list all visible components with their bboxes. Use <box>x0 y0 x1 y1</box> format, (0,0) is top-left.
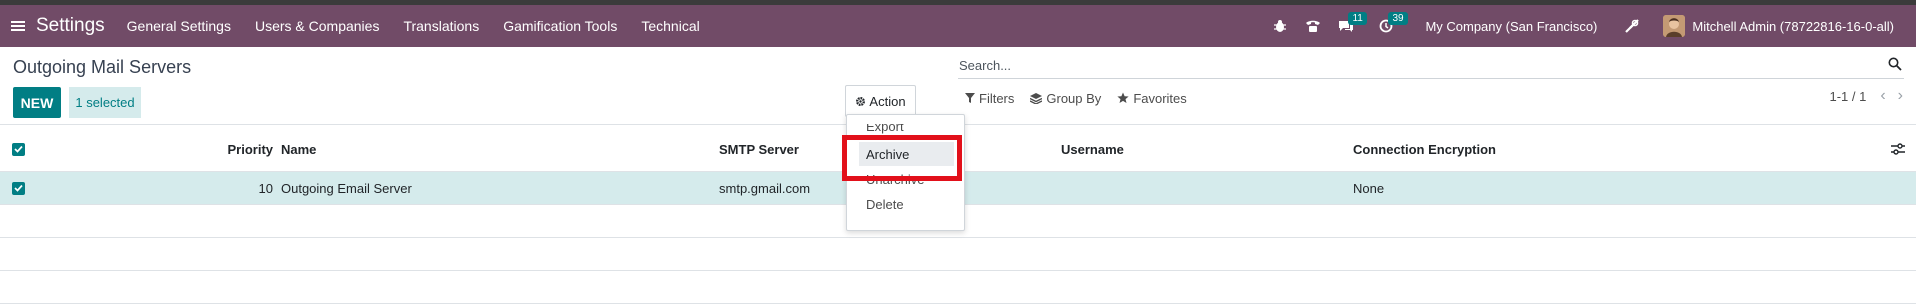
empty-row <box>0 238 1916 271</box>
pager: 1-1 / 1 ‹ › <box>1829 87 1903 105</box>
selected-count-badge[interactable]: 1 selected <box>69 87 141 118</box>
check-icon <box>14 184 23 192</box>
gear-icon <box>856 96 866 106</box>
menu-item-delete[interactable]: Delete <box>866 197 904 212</box>
pager-next-icon[interactable]: › <box>1898 87 1903 105</box>
row-checkbox[interactable] <box>12 172 25 204</box>
menu-general-settings[interactable]: General Settings <box>127 18 231 34</box>
cell-priority: 10 <box>258 180 273 196</box>
group-by-button[interactable]: Group By <box>1030 91 1101 106</box>
user-menu[interactable]: Mitchell Admin (78722816-16-0-all) <box>1692 19 1894 34</box>
new-button[interactable]: NEW <box>13 87 61 118</box>
cell-smtp-server: smtp.gmail.com <box>719 180 811 196</box>
search-icon[interactable] <box>1888 57 1902 76</box>
cell-name: Outgoing Email Server <box>281 180 412 196</box>
layers-icon <box>1030 92 1043 104</box>
favorites-label: Favorites <box>1133 90 1187 106</box>
top-navbar: Settings General Settings Users & Compan… <box>0 5 1916 47</box>
filter-icon <box>965 93 975 103</box>
clock-icon[interactable]: 39 <box>1375 12 1408 37</box>
phone-icon[interactable] <box>1302 15 1324 37</box>
column-name[interactable]: Name <box>281 127 316 171</box>
column-connection-encryption[interactable]: Connection Encryption <box>1353 127 1496 171</box>
column-username[interactable]: Username <box>1061 127 1124 171</box>
group-by-label: Group By <box>1046 90 1102 106</box>
menu-translations[interactable]: Translations <box>403 18 479 34</box>
column-smtp-server[interactable]: SMTP Server <box>719 127 799 171</box>
star-icon <box>1117 92 1129 103</box>
menu-item-export[interactable]: Export <box>866 124 904 134</box>
user-avatar[interactable] <box>1663 15 1686 37</box>
action-button[interactable]: Action <box>845 85 916 117</box>
select-all-checkbox[interactable] <box>12 127 25 171</box>
menu-gamification-tools[interactable]: Gamification Tools <box>503 18 617 34</box>
menu-users-companies[interactable]: Users & Companies <box>255 18 380 34</box>
column-settings-icon[interactable] <box>1891 127 1905 171</box>
pager-previous-icon[interactable]: ‹ <box>1880 87 1885 105</box>
empty-row <box>0 271 1916 304</box>
filters-label: Filters <box>979 90 1015 106</box>
company-switcher[interactable]: My Company (San Francisco) <box>1425 19 1597 34</box>
app-title[interactable]: Settings <box>36 15 105 37</box>
bug-icon[interactable] <box>1269 15 1291 37</box>
column-priority[interactable]: Priority <box>170 127 273 171</box>
action-label: Action <box>869 93 906 109</box>
page-title: Outgoing Mail Servers <box>13 57 192 77</box>
search-options: Filters Group By Favorites <box>965 87 1203 109</box>
highlight-annotation <box>842 135 962 181</box>
menu-technical[interactable]: Technical <box>641 18 699 34</box>
tools-icon[interactable] <box>1621 15 1643 37</box>
favorites-button[interactable]: Favorites <box>1117 90 1187 106</box>
cell-encryption: None <box>1353 180 1385 196</box>
activities-badge: 39 <box>1388 12 1408 25</box>
pager-value[interactable]: 1-1 / 1 <box>1829 89 1866 104</box>
check-icon <box>14 145 23 153</box>
chat-icon[interactable]: 11 <box>1335 12 1367 37</box>
search-input[interactable] <box>959 57 1859 73</box>
apps-menu-icon[interactable] <box>11 20 25 32</box>
messages-badge: 11 <box>1348 12 1367 25</box>
filters-button[interactable]: Filters <box>965 91 1014 106</box>
search-bar <box>958 52 1904 79</box>
